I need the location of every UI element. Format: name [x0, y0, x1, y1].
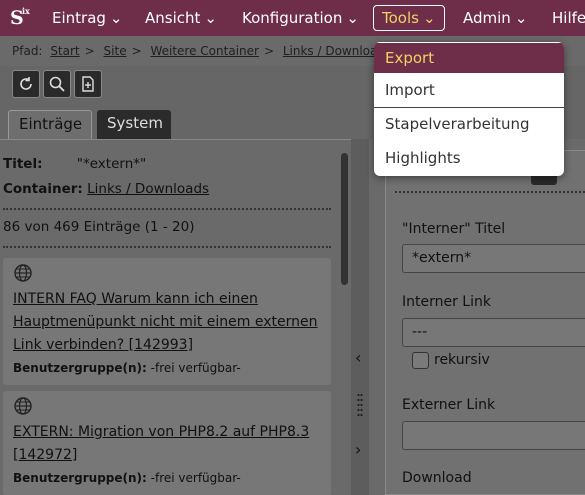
logo-superscript: ix: [22, 6, 30, 16]
nav-admin-label: Admin: [463, 9, 511, 27]
list-item[interactable]: EXTERN: Migration von PHP8.2 auf PHP8.3 …: [3, 391, 331, 495]
nav-tools[interactable]: Tools ⌄: [373, 5, 445, 31]
entry-usergroup: Benutzergruppe(n): -frei verfügbar-: [13, 361, 241, 375]
breadcrumb-site[interactable]: Site: [104, 44, 127, 58]
breadcrumb-separator: >: [131, 44, 142, 58]
globe-icon: [14, 264, 32, 282]
refresh-button[interactable]: [12, 70, 40, 98]
entry-title-link[interactable]: EXTERN: Migration von PHP8.2 auf PHP8.3 …: [13, 421, 329, 467]
chevron-down-icon: ⌄: [346, 9, 359, 27]
internal-title-label: "Interner" Titel: [402, 221, 506, 237]
divider: [395, 191, 585, 193]
filter-title-value: "*extern*": [76, 156, 147, 172]
collapse-left-icon[interactable]: ‹: [355, 348, 361, 367]
divider: [3, 208, 331, 210]
entry-usergroup: Benutzergruppe(n): -frei verfügbar-: [13, 471, 241, 485]
nav-hilfe-label: Hilfe: [552, 9, 585, 27]
nav-tools-label: Tools: [382, 9, 419, 27]
results-scrollbar[interactable]: [341, 153, 348, 285]
breadcrumb-separator: >: [263, 44, 275, 58]
usergroup-value: -frei verfügbar-: [150, 361, 241, 375]
new-entry-button[interactable]: [74, 70, 102, 98]
nav-eintrag-label: Eintrag: [52, 9, 106, 27]
refresh-icon: [20, 77, 32, 90]
list-item[interactable]: INTERN FAQ Warum kann ich einen Hauptmen…: [3, 258, 331, 385]
drag-handle-icon[interactable]: [357, 392, 363, 418]
external-link-input[interactable]: [402, 421, 585, 450]
menu-item-import[interactable]: Import: [374, 75, 564, 105]
internal-title-input[interactable]: *extern*: [402, 244, 585, 273]
search-button[interactable]: [43, 70, 71, 98]
recursive-label: rekursiv: [434, 352, 490, 368]
menu-divider: [374, 107, 564, 108]
six-logo[interactable]: S ix: [8, 5, 34, 29]
tools-dropdown-menu: Export Import Stapelverarbeitung Highlig…: [374, 42, 564, 176]
divider: [3, 246, 331, 248]
menu-item-export[interactable]: Export: [374, 43, 564, 73]
expand-right-icon[interactable]: ›: [355, 440, 361, 459]
top-navbar: S ix Eintrag ⌄ Ansicht ⌄ Konfiguration ⌄ To…: [0, 0, 585, 36]
chevron-down-icon: ⌄: [422, 9, 436, 27]
chevron-down-icon: ⌄: [204, 9, 217, 27]
chevron-down-icon: ⌄: [109, 9, 123, 27]
recursive-checkbox[interactable]: [412, 352, 429, 369]
nav-ansicht-label: Ansicht: [145, 9, 201, 27]
internal-link-label: Interner Link: [402, 294, 491, 310]
usergroup-value: -frei verfügbar-: [150, 471, 241, 485]
tab-system[interactable]: System: [97, 110, 171, 139]
nav-admin[interactable]: Admin ⌄: [463, 8, 527, 28]
results-panel: Titel: "*extern*" Container: Links / Dow…: [0, 139, 351, 495]
breadcrumb: Pfad: Start > Site > Weitere Container > Li…: [12, 44, 391, 58]
download-label: Download: [402, 470, 472, 486]
filter-title-row: Titel: "*extern*": [3, 156, 146, 172]
menu-item-highlights[interactable]: Highlights: [374, 143, 564, 173]
chevron-down-icon: ⌄: [514, 9, 528, 27]
globe-icon: [14, 397, 32, 415]
nav-konfiguration-label: Konfiguration: [242, 9, 343, 27]
breadcrumb-label: Pfad:: [12, 44, 43, 58]
filter-container-link[interactable]: Links / Downloads: [87, 181, 209, 197]
filter-title-label: Titel:: [3, 156, 43, 172]
nav-konfiguration[interactable]: Konfiguration ⌄: [242, 8, 359, 28]
entry-title-link[interactable]: INTERN FAQ Warum kann ich einen Hauptmen…: [13, 288, 329, 357]
nav-eintrag[interactable]: Eintrag ⌄: [52, 8, 123, 28]
breadcrumb-weitere-container[interactable]: Weitere Container: [150, 44, 258, 58]
search-icon: [49, 76, 65, 92]
nav-hilfe[interactable]: Hilfe: [552, 8, 585, 28]
internal-link-select[interactable]: ---: [402, 318, 585, 347]
usergroup-label: Benutzergruppe(n):: [13, 361, 147, 375]
breadcrumb-start[interactable]: Start: [50, 44, 79, 58]
tab-eintraege[interactable]: Einträge: [8, 110, 92, 139]
new-document-icon: [82, 76, 94, 92]
nav-ansicht[interactable]: Ansicht ⌄: [145, 8, 217, 28]
filter-container-row: Container: Links / Downloads: [3, 181, 209, 197]
breadcrumb-separator: >: [84, 44, 95, 58]
filter-container-label: Container:: [3, 181, 83, 197]
external-link-label: Externer Link: [402, 397, 496, 413]
usergroup-label: Benutzergruppe(n):: [13, 471, 147, 485]
result-count: 86 von 469 Einträge (1 - 20): [3, 219, 195, 235]
menu-item-stapelverarbeitung[interactable]: Stapelverarbeitung: [374, 109, 564, 139]
